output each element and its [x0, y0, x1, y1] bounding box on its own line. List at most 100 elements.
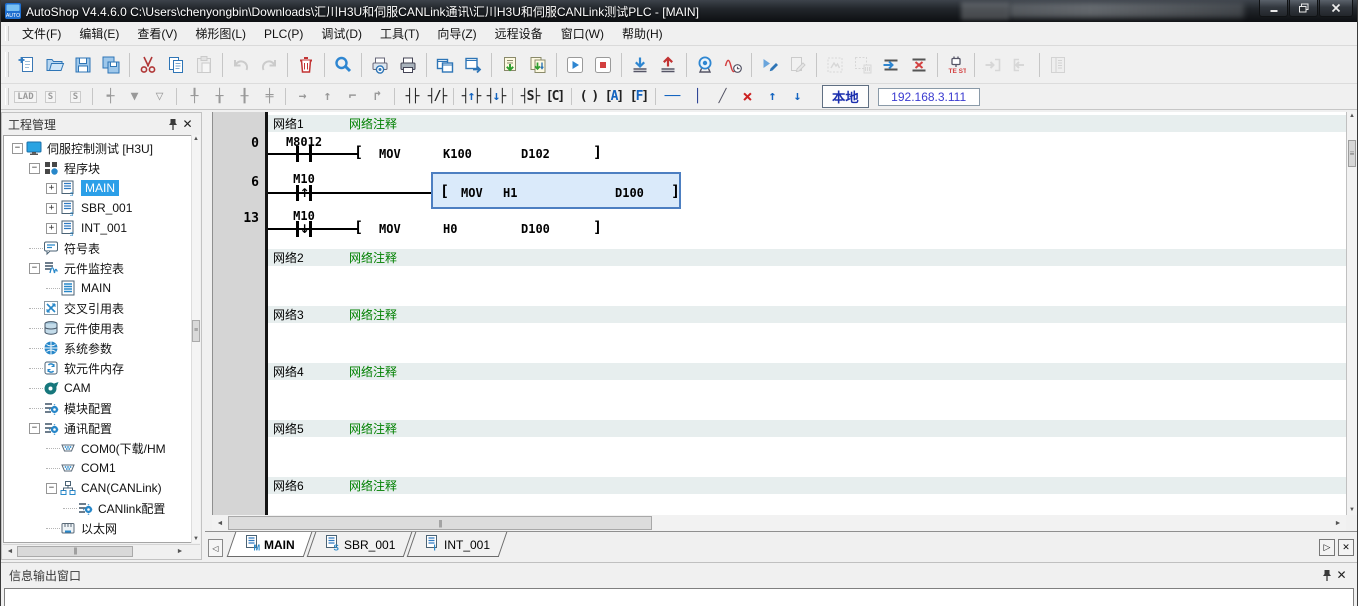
- tree-item-[interactable]: 交叉引用表: [4, 298, 199, 318]
- expand-icon[interactable]: +: [46, 182, 57, 194]
- import-button[interactable]: [979, 51, 1007, 79]
- export-button[interactable]: [1007, 51, 1035, 79]
- collapse-icon[interactable]: −: [46, 482, 57, 494]
- window-new-button[interactable]: [459, 51, 487, 79]
- network-header[interactable]: 网络6 网络注释: [268, 477, 1346, 494]
- save-button[interactable]: [69, 51, 97, 79]
- tree-item-sbr_001[interactable]: + s SBR_001: [4, 198, 199, 218]
- tree-item-[interactable]: 软元件内存: [4, 358, 199, 378]
- tab-int_001[interactable]: I INT_001: [406, 532, 508, 557]
- tree-item-[interactable]: 元件使用表: [4, 318, 199, 338]
- network-comment[interactable]: 网络注释: [349, 306, 397, 323]
- open-project-button[interactable]: [41, 51, 69, 79]
- scroll-right-icon[interactable]: ►: [1331, 516, 1345, 530]
- tree-item-[interactable]: 以太网: [4, 518, 199, 538]
- menu-item-4[interactable]: 梯形图(L): [186, 22, 255, 45]
- find-button[interactable]: [329, 51, 357, 79]
- tree-item-canlink[interactable]: CANlink配置: [4, 498, 199, 518]
- plc-ip-address-field[interactable]: 192.168.3.111: [877, 87, 980, 106]
- compile-all-button[interactable]: [524, 51, 552, 79]
- expand-icon[interactable]: +: [46, 222, 57, 234]
- network-comment[interactable]: 网络注释: [349, 420, 397, 437]
- instruction-operand[interactable]: K100: [443, 147, 472, 161]
- cut-button[interactable]: [134, 51, 162, 79]
- restore-button[interactable]: [1289, 0, 1318, 17]
- contact-rising-button[interactable]: ┤↑├: [458, 87, 483, 107]
- collapse-icon[interactable]: −: [29, 262, 40, 274]
- contact-nc-button[interactable]: ┤/├: [424, 87, 449, 107]
- network-comment[interactable]: 网络注释: [349, 249, 397, 266]
- scroll-left-icon[interactable]: ◄: [213, 516, 227, 530]
- branch-end-button[interactable]: ▽: [147, 87, 172, 107]
- menu-item-6[interactable]: 调试(D): [312, 22, 371, 45]
- instruction-operand[interactable]: H1: [503, 186, 517, 200]
- pin-icon[interactable]: [165, 117, 180, 132]
- contact-set-button[interactable]: ┤S├: [517, 87, 542, 107]
- tree-item-main[interactable]: + s MAIN: [4, 178, 199, 198]
- editor-horizontal-scrollbar[interactable]: ◄ ||| ►: [212, 515, 1346, 531]
- menu-item-11[interactable]: 帮助(H): [613, 22, 672, 45]
- counter-box-button[interactable]: [C]: [542, 87, 567, 107]
- memory-view-button[interactable]: [1044, 51, 1072, 79]
- copy-button[interactable]: [162, 51, 190, 79]
- convert-button[interactable]: [821, 51, 849, 79]
- collapse-icon[interactable]: −: [29, 422, 40, 434]
- tree-item-h3u[interactable]: − 伺服控制测试 [H3U]: [4, 138, 199, 158]
- line-delete-button[interactable]: ╱: [710, 87, 735, 107]
- convert-delete-button[interactable]: [849, 51, 877, 79]
- wire-corner-button[interactable]: ⌐: [340, 87, 365, 107]
- collapse-icon[interactable]: −: [12, 142, 23, 154]
- rung-join-button[interactable]: ╂: [231, 87, 256, 107]
- edit-button[interactable]: [784, 51, 812, 79]
- new-project-button[interactable]: [13, 51, 41, 79]
- menu-item-5[interactable]: PLC(P): [255, 24, 312, 44]
- delete-element-button[interactable]: ×: [735, 87, 760, 107]
- tree-item-[interactable]: − 通讯配置: [4, 418, 199, 438]
- instruction-operand[interactable]: D100: [521, 222, 550, 236]
- tree-item-com1[interactable]: COM1: [4, 458, 199, 478]
- close-panel-icon[interactable]: ✕: [180, 117, 195, 132]
- wire-right-button[interactable]: →: [290, 87, 315, 107]
- menu-item-9[interactable]: 远程设备: [486, 22, 552, 45]
- contact-no-button[interactable]: ┤├: [399, 87, 424, 107]
- network-comment[interactable]: 网络注释: [349, 477, 397, 494]
- tab-sbr_001[interactable]: S SBR_001: [306, 532, 413, 557]
- menu-item-10[interactable]: 窗口(W): [552, 22, 613, 45]
- compile-button[interactable]: [496, 51, 524, 79]
- scroll-down-icon[interactable]: ▼: [192, 536, 200, 542]
- collapse-icon[interactable]: −: [29, 162, 40, 174]
- instruction-operand[interactable]: D100: [615, 186, 644, 200]
- editor-vertical-scrollbar[interactable]: ▲ ≡ ▼: [1346, 112, 1357, 515]
- window-cascade-button[interactable]: [431, 51, 459, 79]
- contact-device-label[interactable]: M10: [273, 210, 335, 222]
- network-header[interactable]: 网络2 网络注释: [268, 249, 1346, 266]
- network-header[interactable]: 网络5 网络注释: [268, 420, 1346, 437]
- print-button[interactable]: [394, 51, 422, 79]
- sidebar-vertical-scrollbar[interactable]: ▲ ≡ ▼: [191, 135, 200, 543]
- menu-item-1[interactable]: 文件(F): [13, 22, 70, 45]
- sidebar-horizontal-scrollbar[interactable]: ◄ ||| ►: [3, 544, 200, 558]
- tree-item-[interactable]: 符号表: [4, 238, 199, 258]
- tree-item-[interactable]: − 程序块: [4, 158, 199, 178]
- rung-insert-up-button[interactable]: ╀: [181, 87, 206, 107]
- save-all-button[interactable]: [97, 51, 125, 79]
- line-horizontal-button[interactable]: ──: [660, 87, 685, 107]
- run-button[interactable]: [561, 51, 589, 79]
- redo-button[interactable]: [255, 51, 283, 79]
- scrollbar-thumb[interactable]: |||: [228, 516, 652, 530]
- menu-item-3[interactable]: 查看(V): [128, 22, 186, 45]
- scroll-down-icon[interactable]: ▼: [1347, 507, 1357, 513]
- local-connection-button[interactable]: 本地: [822, 85, 869, 108]
- tab-scroll-left-button[interactable]: ◁: [208, 539, 223, 557]
- undo-button[interactable]: [227, 51, 255, 79]
- trace-button[interactable]: [719, 51, 747, 79]
- applied-instruction-button[interactable]: [A]: [601, 87, 626, 107]
- instruction-operand[interactable]: H0: [443, 222, 457, 236]
- tree-item-[interactable]: − 元件监控表: [4, 258, 199, 278]
- tab-main[interactable]: M MAIN: [226, 532, 312, 557]
- pin-icon[interactable]: [1319, 568, 1334, 583]
- delete-row-button[interactable]: [905, 51, 933, 79]
- network-header[interactable]: 网络1 网络注释: [268, 115, 1346, 132]
- monitor-button[interactable]: [691, 51, 719, 79]
- tab-scroll-right-button[interactable]: ▷: [1319, 539, 1335, 556]
